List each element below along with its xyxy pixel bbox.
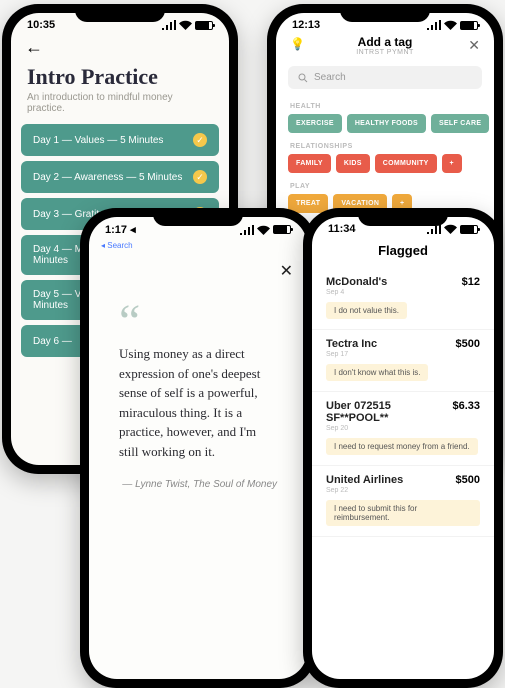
txn-name: Uber 072515 SF**POOL** [326,400,452,424]
transaction-row[interactable]: McDonald's $12Sep 4 I do not value this. [312,268,494,330]
clock: 10:35 [27,19,55,31]
phone-quote: 1:17 ◂ ◂ Search ✕ “ Using money as a dir… [80,208,316,688]
modal-subtitle: INTRST PYMNT [276,49,494,56]
txn-name: Tectra Inc [326,338,377,350]
notch [340,4,430,22]
close-icon[interactable]: ✕ [280,261,293,281]
search-icon [298,73,308,83]
check-icon: ✓ [193,170,207,184]
notch [75,4,165,22]
phone-flagged: 11:34 Flagged McDonald's $12Sep 4 I do not… [303,208,503,688]
battery-icon [273,225,291,234]
page-title: Flagged [312,237,494,268]
battery-icon [460,21,478,30]
signal-icon [240,225,254,235]
transaction-row[interactable]: Tectra Inc $500Sep 17 I don't know what th… [312,330,494,392]
transaction-row[interactable]: Uber 072515 SF**POOL**$6.33 Sep 20 I need … [312,392,494,466]
txn-date: Sep 22 [326,487,480,494]
signal-icon [427,20,441,30]
quote-attribution: — Lynne Twist, The Soul of Money [89,471,307,498]
wifi-icon [444,20,457,30]
txn-name: McDonald's [326,276,387,288]
txn-amount: $500 [456,338,480,350]
tag-chip[interactable]: FAMILY [288,154,331,173]
tag-chip[interactable]: SELF CARE [431,114,489,133]
txn-amount: $500 [456,474,480,486]
clock: 12:13 [292,19,320,31]
txn-date: Sep 4 [326,289,480,296]
clock: 11:34 [328,223,356,235]
quote-body: Using money as a direct expression of on… [89,334,307,471]
modal-title: Add a tag [276,35,494,49]
quote-mark-icon: “ [89,250,307,334]
wifi-icon [257,225,270,235]
tag-chip[interactable]: EXERCISE [288,114,342,133]
txn-amount: $6.33 [452,400,480,412]
category-label: RELATIONSHIPS [276,137,494,154]
back-button[interactable]: ← [11,33,229,58]
add-tag-button[interactable]: + [442,154,462,173]
search-input[interactable]: Search [288,66,482,89]
modal-header: 💡 Add a tag INTRST PYMNT ✕ [276,33,494,58]
lesson-row[interactable]: Day 1 — Values — 5 Minutes ✓ [21,124,219,156]
txn-date: Sep 20 [326,425,480,432]
page-subtitle: An introduction to mindful money practic… [11,92,229,124]
battery-icon [460,225,478,234]
txn-date: Sep 17 [326,351,480,358]
check-icon: ✓ [193,133,207,147]
lesson-label: Day 2 — Awareness — 5 Minutes [33,172,182,183]
tag-chip[interactable]: COMMUNITY [375,154,437,173]
lesson-row[interactable]: Day 2 — Awareness — 5 Minutes ✓ [21,161,219,193]
category-label: PLAY [276,177,494,194]
back-to-search[interactable]: ◂ Search [89,238,307,250]
category-label: HEALTH [276,97,494,114]
txn-note: I do not value this. [326,302,407,319]
tag-row: EXERCISEHEALTHY FOODSSELF CARE+ [276,114,494,137]
wifi-icon [179,20,192,30]
txn-note: I need to request money from a friend. [326,438,478,455]
txn-amount: $12 [462,276,480,288]
txn-name: United Airlines [326,474,403,486]
tag-chip[interactable]: KIDS [336,154,370,173]
signal-icon [162,20,176,30]
page-title: Intro Practice [11,58,229,92]
wifi-icon [444,224,457,234]
tag-chip[interactable]: HEALTHY FOODS [347,114,426,133]
clock: 1:17 ◂ [105,223,136,236]
battery-icon [195,21,213,30]
hint-icon[interactable]: 💡 [290,37,305,51]
notch [153,208,243,226]
txn-note: I don't know what this is. [326,364,428,381]
notch [358,208,448,226]
transaction-row[interactable]: United Airlines $500Sep 22 I need to submi… [312,466,494,537]
close-icon[interactable]: ✕ [468,37,480,54]
txn-note: I need to submit this for reimbursement. [326,500,480,526]
lesson-label: Day 1 — Values — 5 Minutes [33,135,163,146]
tag-row: FAMILY KIDS COMMUNITY + [276,154,494,177]
search-placeholder: Search [314,72,346,83]
lesson-label: Day 6 — [33,336,72,347]
